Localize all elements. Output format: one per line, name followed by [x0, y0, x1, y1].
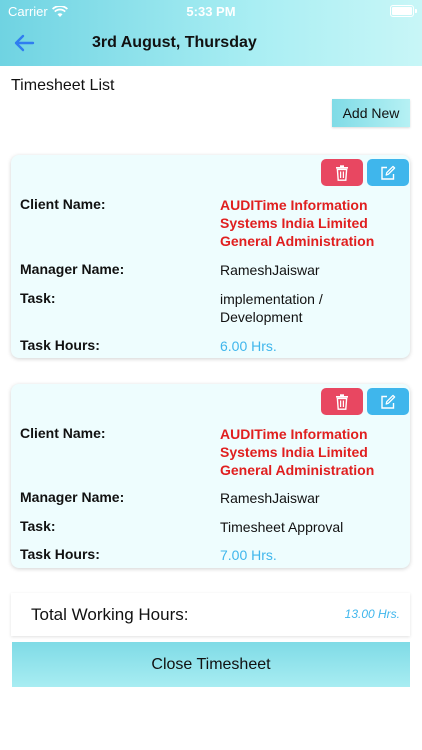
task-label: Task:: [20, 518, 56, 534]
client-label: Client Name:: [20, 196, 106, 212]
delete-entry-button[interactable]: [321, 159, 363, 186]
timesheet-entry-card: Client Name: AUDITime Information System…: [11, 155, 410, 358]
client-value: AUDITime Information Systems India Limit…: [220, 426, 375, 478]
add-new-button[interactable]: Add New: [332, 99, 410, 127]
edit-icon: [381, 165, 396, 180]
manager-value: RameshJaiswar: [220, 490, 320, 506]
app-header: Carrier 5:33 PM 3rd August, Thursday: [0, 0, 422, 66]
client-value: AUDITime Information Systems India Limit…: [220, 197, 375, 249]
hours-label: Task Hours:: [20, 337, 100, 353]
hours-value: 6.00 Hrs.: [220, 338, 277, 354]
total-hours-label: Total Working Hours:: [31, 605, 189, 624]
hours-value: 7.00 Hrs.: [220, 547, 277, 563]
battery-icon: [390, 5, 417, 17]
timesheet-entry-card: Client Name: AUDITime Information System…: [11, 384, 410, 568]
edit-entry-button[interactable]: [367, 388, 409, 415]
task-value: implementation / Development: [220, 291, 323, 325]
hours-label: Task Hours:: [20, 546, 100, 562]
total-hours-value: 13.00 Hrs.: [344, 607, 400, 621]
manager-label: Manager Name:: [20, 489, 125, 505]
page-title: 3rd August, Thursday: [92, 34, 257, 51]
edit-icon: [381, 394, 396, 409]
client-label: Client Name:: [20, 425, 106, 441]
delete-entry-button[interactable]: [321, 388, 363, 415]
status-time: 5:33 PM: [186, 4, 236, 19]
timesheet-list-heading: Timesheet List: [11, 77, 115, 94]
status-bar: Carrier 5:33 PM: [0, 0, 422, 22]
manager-label: Manager Name:: [20, 261, 125, 277]
edit-entry-button[interactable]: [367, 159, 409, 186]
back-button[interactable]: [10, 30, 38, 56]
trash-icon: [336, 164, 348, 181]
manager-value: RameshJaiswar: [220, 262, 320, 278]
trash-icon: [336, 393, 348, 410]
task-value: Timesheet Approval: [220, 519, 344, 535]
task-label: Task:: [20, 290, 56, 306]
close-timesheet-button[interactable]: Close Timesheet: [12, 642, 410, 687]
arrow-left-icon: [14, 34, 35, 52]
total-hours-summary: Total Working Hours: 13.00 Hrs.: [11, 593, 410, 636]
